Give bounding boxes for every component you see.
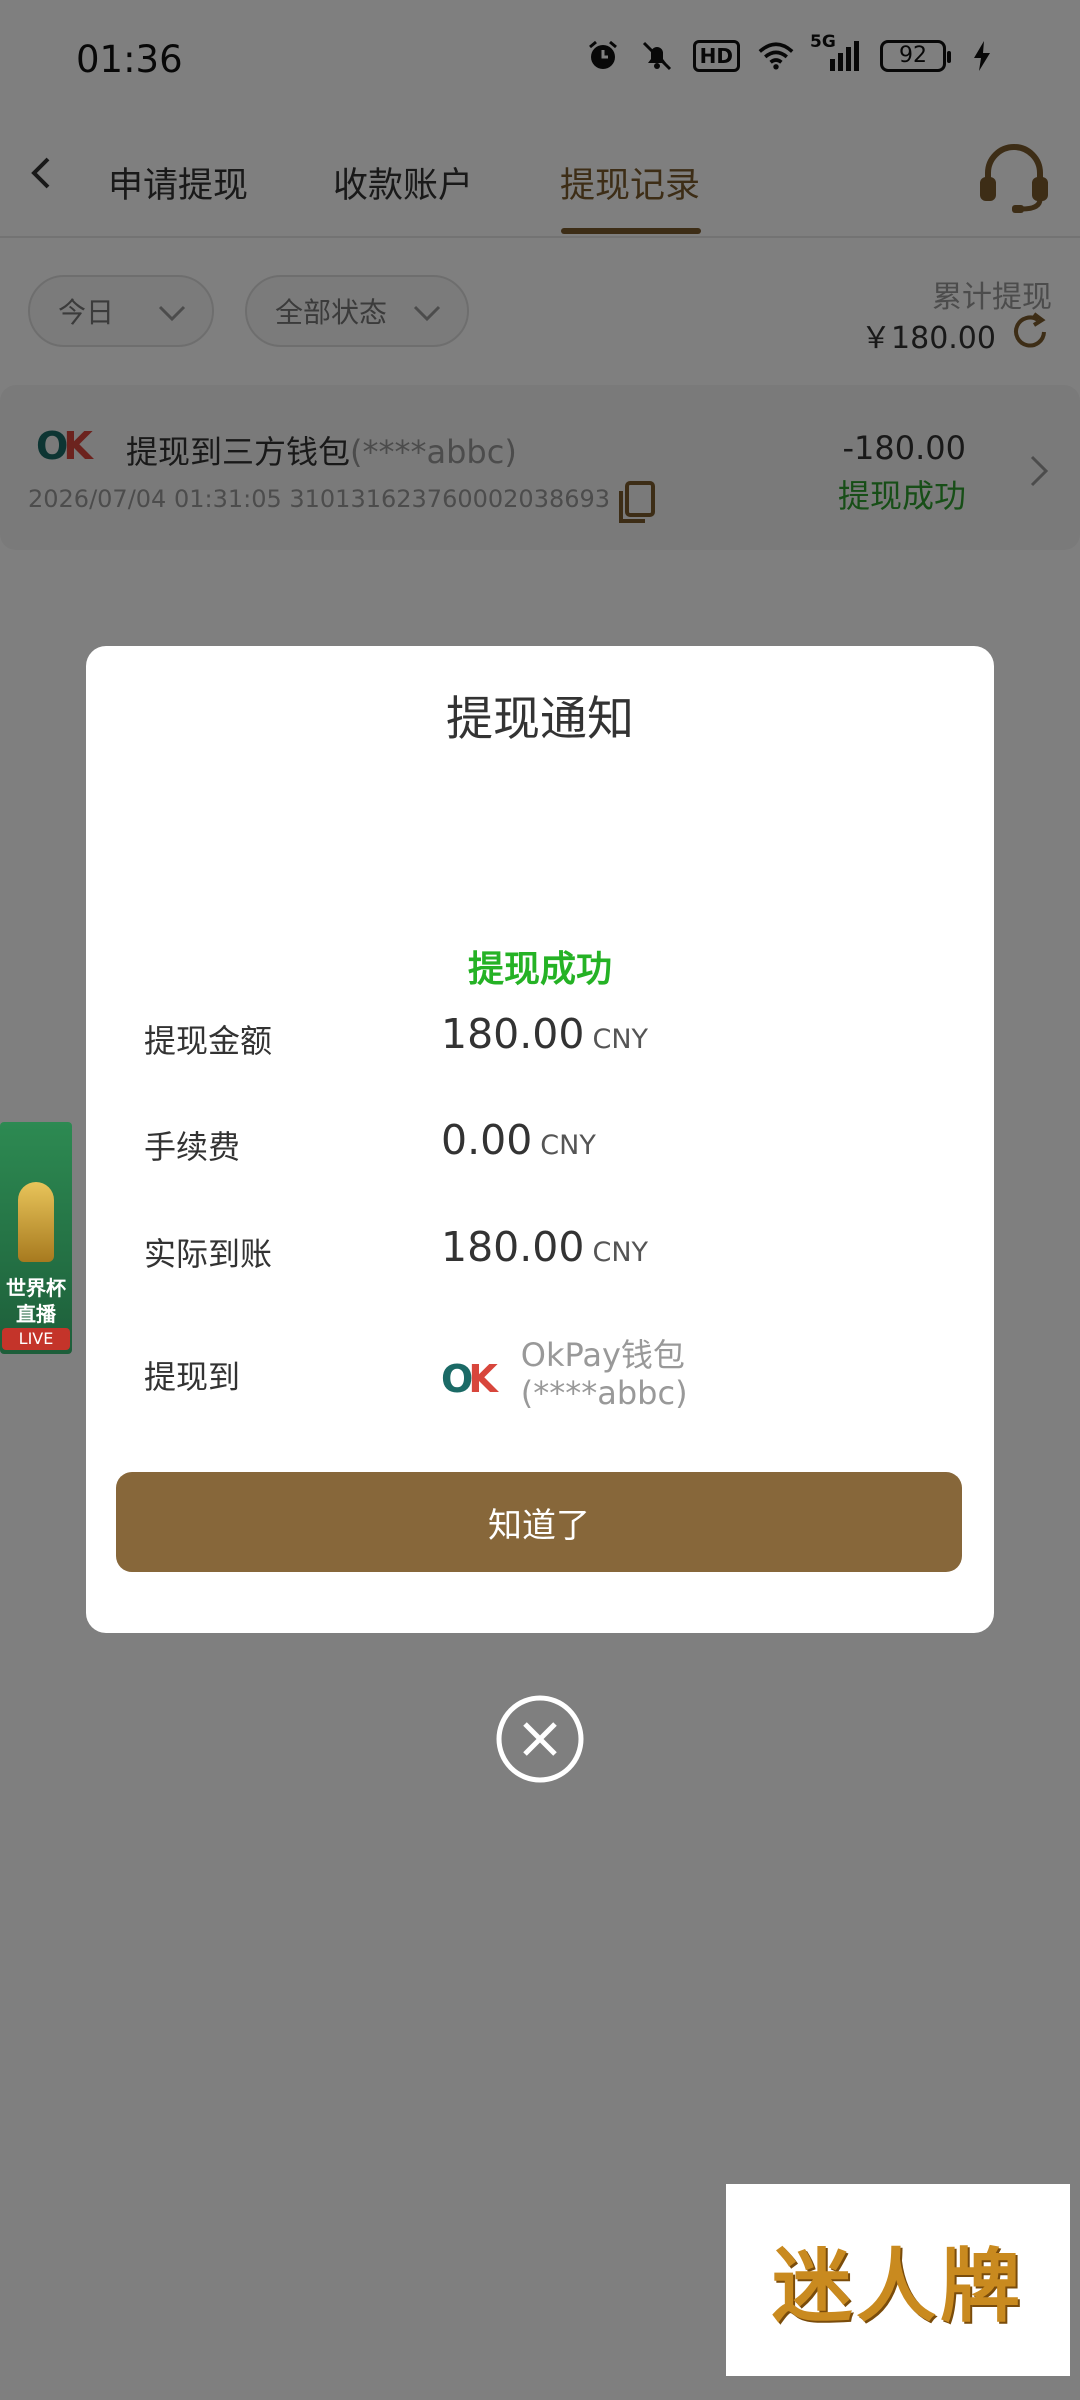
fee-unit: CNY — [540, 1130, 596, 1161]
dialog-status: 提现成功 — [467, 949, 612, 990]
amount-value: 180.00 CNY — [441, 1010, 648, 1058]
received-label: 实际到账 — [144, 1235, 273, 1273]
live-badge: LIVE — [2, 1328, 70, 1350]
amount-number: 180.00 — [441, 1010, 585, 1058]
withdrawal-notice-dialog: 提现通知 提现成功 提现金额 180.00 CNY 手续费 0.00 CNY 实际到… — [86, 646, 994, 1633]
destination-wallet: OK OkPay钱包 (****abbc) — [441, 1336, 688, 1412]
okpay-logo: OK — [441, 1357, 498, 1401]
amount-label: 提现金额 — [144, 1022, 273, 1060]
fee-number: 0.00 — [441, 1116, 533, 1164]
got-it-button[interactable]: 知道了 — [116, 1472, 962, 1572]
fee-value: 0.00 CNY — [441, 1116, 596, 1164]
received-unit: CNY — [592, 1237, 649, 1268]
wallet-details: OkPay钱包 (****abbc) — [521, 1336, 688, 1412]
amount-unit: CNY — [592, 1024, 649, 1055]
received-value: 180.00 CNY — [441, 1223, 648, 1271]
close-icon[interactable] — [495, 1694, 585, 1784]
wallet-account: (****abbc) — [520, 1374, 688, 1412]
watermark-logo: 迷人牌 — [726, 2184, 1070, 2376]
banner-line-1: 世界杯 — [6, 1276, 66, 1300]
dialog-title: 提现通知 — [446, 692, 634, 747]
received-number: 180.00 — [441, 1223, 585, 1271]
wallet-name: OkPay钱包 — [520, 1336, 685, 1374]
world-cup-live-banner[interactable]: 世界杯 直播 LIVE — [0, 1122, 72, 1354]
banner-line-2: 直播 — [16, 1302, 56, 1326]
fee-label: 手续费 — [144, 1128, 241, 1166]
trophy-icon — [18, 1182, 54, 1262]
watermark-text: 迷人牌 — [772, 2239, 1024, 2333]
destination-label: 提现到 — [144, 1358, 241, 1396]
